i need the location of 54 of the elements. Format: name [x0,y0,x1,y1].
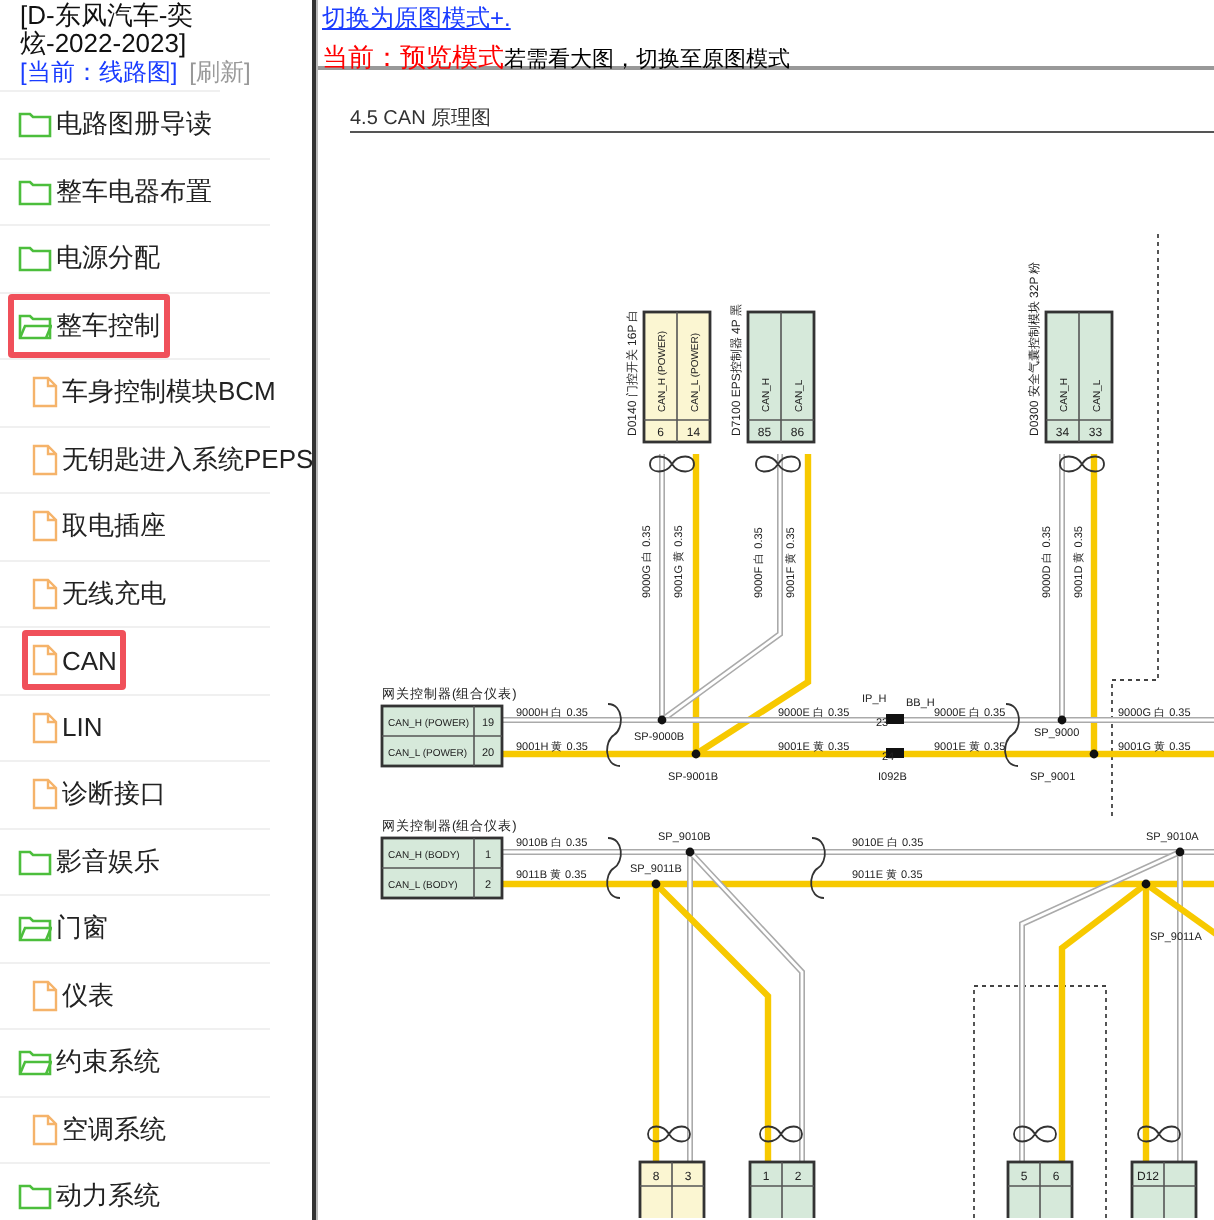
tree-item[interactable]: 影音娱乐 [8,829,170,894]
tree-item[interactable]: 门窗 [8,896,118,961]
twist-icon [649,455,695,473]
mode-hint: 若需看大图，切换至原图模式 [504,46,790,74]
splice-dot [657,715,667,725]
tree-item[interactable]: 取电插座 [22,494,176,559]
twist-icon [606,703,622,767]
file-icon [32,711,58,744]
splice-dot [685,847,695,857]
file-icon [32,443,58,476]
splice-dot [1057,715,1067,725]
inline-connector [886,714,904,758]
section-title: 4.5 CAN 原理图 [350,108,492,130]
twist-icon [810,837,826,899]
tree-item[interactable]: 整车控制 [8,293,170,358]
twist-icon [1059,455,1105,473]
twist-icon [606,837,622,899]
twist-icon [647,1125,691,1143]
tree-item[interactable]: 电源分配 [8,226,170,291]
twist-icon [759,1125,803,1143]
file-icon [32,1113,58,1146]
current-view-link[interactable]: [当前：线路图] [20,58,178,86]
splice-dot [1175,847,1185,857]
tree-item[interactable]: 动力系统 [8,1164,170,1220]
file-icon [32,577,58,610]
tree-item[interactable]: 诊断接口 [22,762,176,827]
twist-icon [1137,1125,1181,1143]
tree-item[interactable]: 整车电器布置 [8,159,222,224]
twist-icon [1013,1125,1057,1143]
tree-item[interactable]: 无线充电 [22,561,176,626]
switch-mode-link[interactable]: 切换为原图模式+. [322,4,511,32]
tree-item[interactable]: 空调系统 [22,1097,176,1162]
file-icon [32,510,58,543]
tree-item[interactable]: LIN [22,697,113,758]
splice-dot [691,749,701,759]
tree-item[interactable]: 车身控制模块BCM [22,360,286,425]
file-icon [32,376,58,409]
twist-icon [755,455,801,473]
mode-label: 当前：预览模式 [322,40,504,76]
tree-item[interactable]: 无钥匙进入系统PEPS [22,427,312,492]
tree-item[interactable]: 约束系统 [8,1030,170,1095]
gateway-block [380,704,504,768]
twist-icon [1004,703,1020,767]
tree-item[interactable]: CAN [22,630,127,691]
splice-dot [1141,879,1151,889]
splice-dot [651,879,661,889]
tree-item[interactable]: 电路图册导读 [8,92,222,157]
file-icon [32,979,58,1012]
file-icon [32,644,58,677]
splice-dot [1089,749,1099,759]
gateway-block [380,836,504,900]
document-title: [D-东风汽车-奕炫-2022-2023] [20,2,196,58]
tree-item[interactable]: 仪表 [22,963,124,1028]
file-icon [32,778,58,811]
